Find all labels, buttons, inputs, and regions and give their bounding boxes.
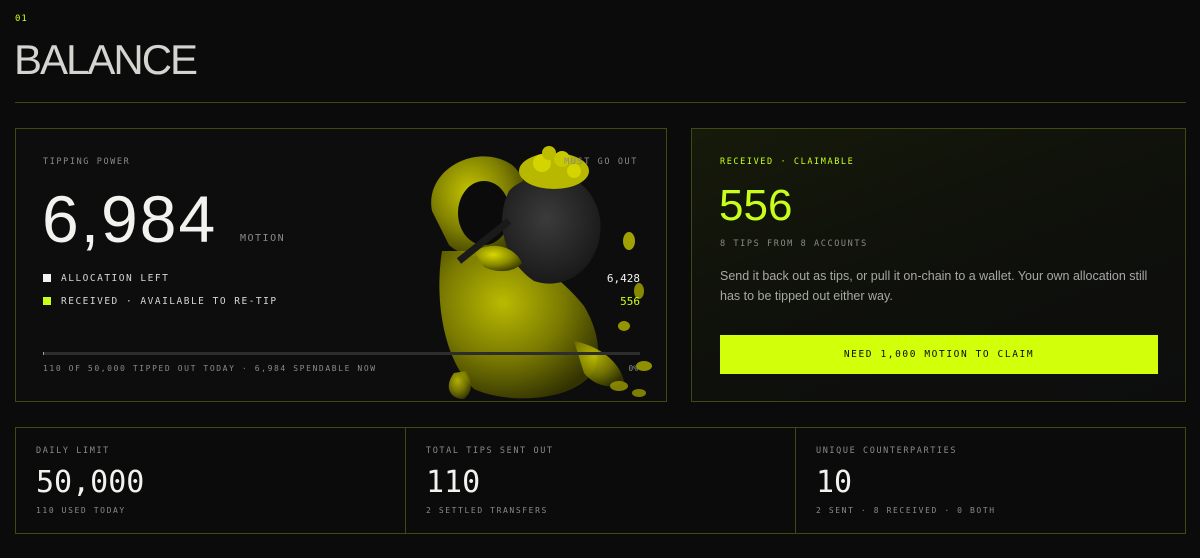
claimable-label: RECEIVED · CLAIMABLE [720, 157, 855, 167]
stats-row: DAILY LIMIT 50,000 110 USED TODAY TOTAL … [15, 427, 1186, 534]
claimable-sub: 8 TIPS FROM 8 ACCOUNTS [720, 239, 868, 249]
received-swatch [43, 297, 51, 305]
received-retip-row: RECEIVED · AVAILABLE TO RE-TIP 556 [43, 294, 640, 308]
tipping-power-label: TIPPING POWER [43, 157, 131, 167]
stat-total-tips-sent: TOTAL TIPS SENT OUT 110 2 SETTLED TRANSF… [406, 428, 796, 533]
claimable-description: Send it back out as tips, or pull it on-… [720, 269, 1148, 303]
progress-percent: 0% [628, 364, 638, 373]
stat-sub: 2 SETTLED TRANSFERS [426, 506, 548, 515]
title-divider [15, 102, 1186, 103]
stat-unique-counterparties: UNIQUE COUNTERPARTIES 10 2 SENT · 8 RECE… [796, 428, 1185, 533]
stat-value: 50,000 [36, 465, 145, 500]
stat-label: TOTAL TIPS SENT OUT [426, 446, 554, 456]
tipping-power-unit: MOTION [240, 233, 286, 244]
tipping-power-card: TIPPING POWER MUST GO OUT 6,984 MOTION A… [15, 128, 667, 402]
stat-label: UNIQUE COUNTERPARTIES [816, 446, 958, 456]
stat-sub: 110 USED TODAY [36, 506, 126, 515]
received-retip-value: 556 [620, 294, 640, 308]
allocation-swatch [43, 274, 51, 282]
stat-label: DAILY LIMIT [36, 446, 110, 456]
stat-value: 110 [426, 465, 481, 500]
page-title: BALANCE [14, 36, 198, 83]
allocation-left-row: ALLOCATION LEFT 6,428 [43, 271, 640, 285]
must-go-out-badge: MUST GO OUT [564, 157, 638, 167]
allocation-left-value: 6,428 [606, 271, 640, 285]
stat-sub: 2 SENT · 8 RECEIVED · 0 BOTH [816, 506, 996, 515]
received-retip-label: RECEIVED · AVAILABLE TO RE-TIP [61, 295, 278, 307]
claimable-card: RECEIVED · CLAIMABLE 556 8 TIPS FROM 8 A… [691, 128, 1186, 402]
tipping-power-value: 6,984 [42, 182, 218, 256]
daily-progress-bar [43, 352, 640, 355]
allocation-left-label: ALLOCATION LEFT [61, 272, 170, 284]
section-number: 01 [15, 14, 28, 24]
stat-value: 10 [816, 465, 853, 500]
claimable-value: 556 [719, 181, 793, 230]
stat-daily-limit: DAILY LIMIT 50,000 110 USED TODAY [16, 428, 406, 533]
claim-button[interactable]: NEED 1,000 MOTION TO CLAIM [720, 335, 1158, 374]
daily-progress-fill [43, 352, 45, 355]
progress-note: 110 OF 50,000 TIPPED OUT TODAY · 6,984 S… [43, 364, 377, 373]
